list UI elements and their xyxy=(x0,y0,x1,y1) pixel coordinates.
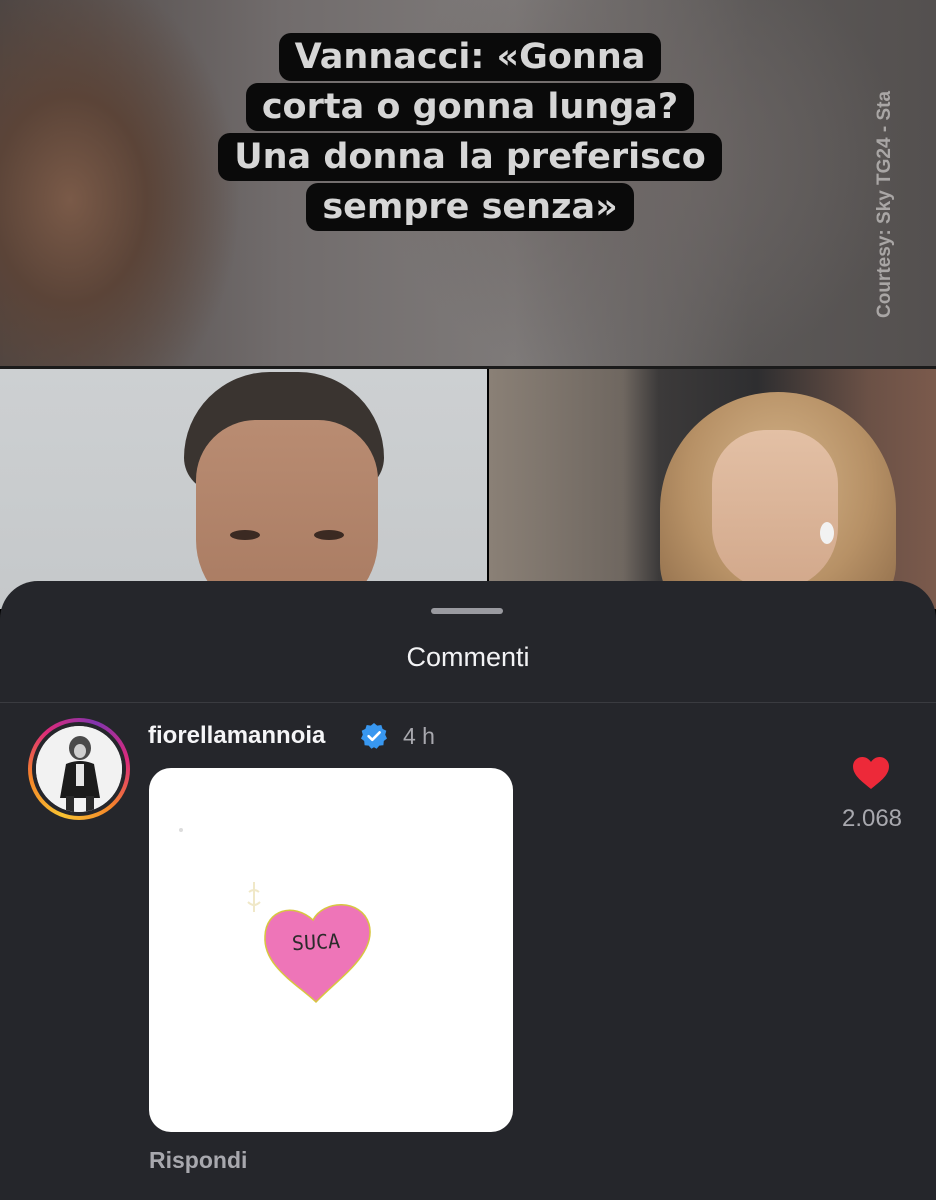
sticker-text: SUCA xyxy=(291,928,341,956)
video-frame-top[interactable]: Vannacci: «Gonna corta o gonna lunga? Un… xyxy=(0,0,936,368)
caption-line: corta o gonna lunga? xyxy=(245,83,695,131)
eye xyxy=(314,530,344,540)
video-caption: Vannacci: «Gonna corta o gonna lunga? Un… xyxy=(196,32,744,232)
sheet-title: Commenti xyxy=(406,642,530,672)
comment-sticker-image[interactable]: SUCA xyxy=(149,768,513,1132)
person-face xyxy=(712,430,838,590)
avatar[interactable] xyxy=(36,726,122,812)
verified-badge-icon xyxy=(361,723,387,749)
caption-line: Una donna la preferisco xyxy=(218,133,722,181)
eye xyxy=(230,530,260,540)
caption-line: sempre senza» xyxy=(306,183,634,231)
avatar-photo xyxy=(36,726,122,812)
source-watermark: Courtesy: Sky TG24 - Sta xyxy=(874,90,895,318)
comments-sheet: Commenti fiorellamannoia 4 h SUCA Rispon… xyxy=(0,581,936,1200)
reply-button[interactable]: Rispondi xyxy=(149,1147,247,1174)
drag-handle[interactable] xyxy=(431,608,503,614)
sheet-divider xyxy=(0,702,936,703)
like-count: 2.068 xyxy=(841,805,903,832)
heart-like-icon[interactable] xyxy=(852,756,890,790)
earring xyxy=(820,522,834,544)
comment-timestamp: 4 h xyxy=(403,723,435,749)
speck xyxy=(179,828,183,832)
comment-username[interactable]: fiorellamannoia xyxy=(148,722,325,750)
caption-line: Vannacci: «Gonna xyxy=(278,33,662,81)
story-ring[interactable] xyxy=(28,718,130,820)
